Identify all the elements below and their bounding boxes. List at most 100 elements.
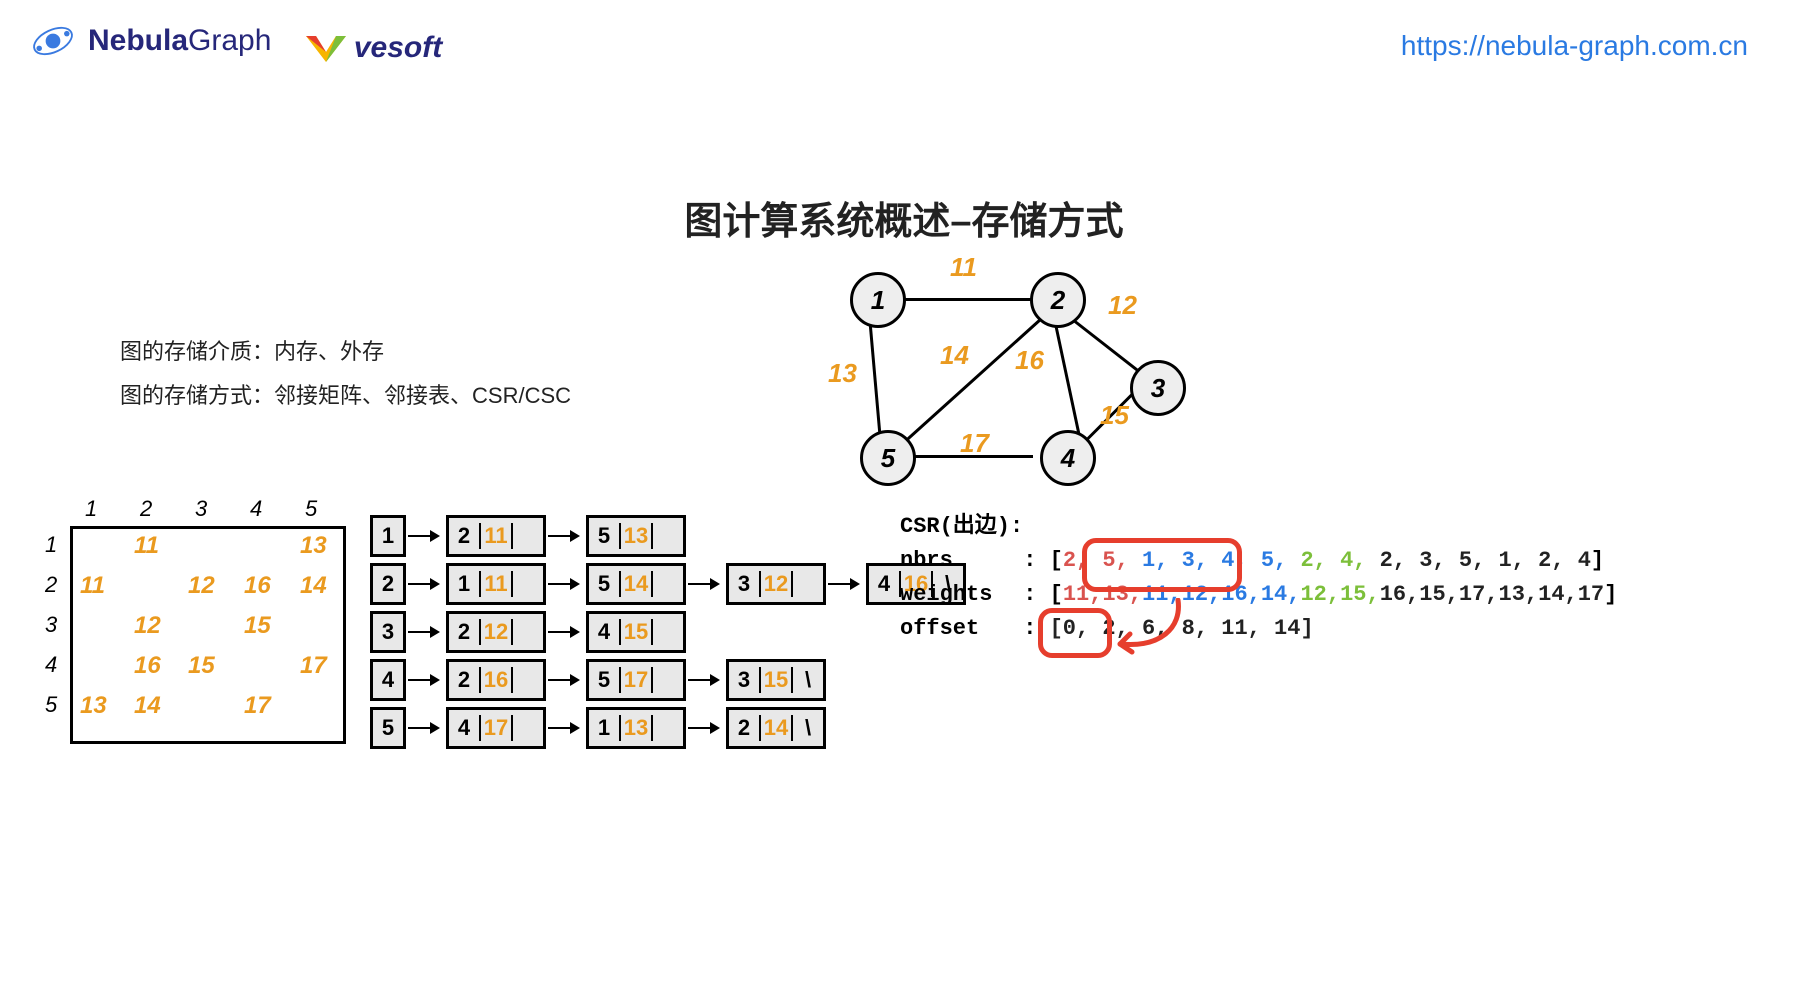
- arrow-icon: [548, 727, 578, 729]
- adj-list-pointer: \: [793, 715, 823, 741]
- adj-list-neighbor: 2: [449, 619, 481, 645]
- adj-list-row: 5417113214\: [370, 708, 966, 748]
- arrow-icon: [688, 727, 718, 729]
- adj-list-row: 3 212 415: [370, 612, 966, 652]
- adj-list-vertex: 3: [370, 611, 406, 653]
- edge-weight: 14: [940, 340, 969, 371]
- arrow-icon: [688, 679, 718, 681]
- adj-list-cell: 315\: [726, 659, 826, 701]
- adj-list-pointer: \: [793, 667, 823, 693]
- adjacency-list: 12115132111514312416\32124154216517315\5…: [370, 516, 966, 756]
- arrow-icon: [828, 583, 858, 585]
- adj-list-cell: 214\: [726, 707, 826, 749]
- matrix-row-header: 2: [45, 572, 57, 598]
- edge-weight: 12: [1108, 290, 1137, 321]
- vesoft-icon: [304, 32, 348, 64]
- edge-weight: 13: [828, 358, 857, 389]
- header: NebulaGraph vesoft https://nebula-graph.…: [30, 18, 1778, 78]
- graph-diagram: 1 2 3 4 5 11 12 13 14 15 16 17: [830, 260, 1230, 490]
- arrow-icon: [548, 535, 578, 537]
- matrix-col-header: 3: [195, 496, 207, 522]
- adj-list-weight: 16: [481, 667, 513, 693]
- adjacency-matrix: 1 2 3 4 5 1 2 3 4 5 11 13 11 12 16 14 12…: [30, 500, 340, 740]
- csr-heading: CSR(出边):: [900, 510, 1617, 544]
- matrix-col-header: 5: [305, 496, 317, 522]
- edge-weight: 11: [950, 252, 977, 283]
- arrow-icon: [548, 583, 578, 585]
- nebula-wordmark: NebulaGraph: [88, 24, 271, 58]
- adj-list-neighbor: 4: [869, 571, 901, 597]
- matrix-cell: 16: [244, 572, 271, 600]
- adj-list-cell: 415: [586, 611, 686, 653]
- adj-list-cell: 212: [446, 611, 546, 653]
- adj-list-cell: 513: [586, 515, 686, 557]
- matrix-cell: 15: [244, 612, 271, 640]
- adj-list-weight: 17: [621, 667, 653, 693]
- graph-node: 4: [1040, 430, 1096, 486]
- matrix-cell: 13: [300, 532, 327, 560]
- edge-weight: 15: [1100, 400, 1129, 431]
- adj-list-cell: 211: [446, 515, 546, 557]
- arrow-icon: [408, 631, 438, 633]
- adj-list-weight: 11: [481, 571, 513, 597]
- adj-list-vertex: 1: [370, 515, 406, 557]
- adj-list-weight: 13: [621, 715, 653, 741]
- vesoft-wordmark: vesoft: [354, 31, 442, 65]
- adj-list-neighbor: 5: [589, 667, 621, 693]
- slide-title: 图计算系统概述–存储方式: [0, 190, 1808, 245]
- nebula-icon: [30, 18, 76, 64]
- adj-list-weight: 12: [481, 619, 513, 645]
- adj-list-weight: 13: [621, 523, 653, 549]
- csr-nbrs-line: nbrs : [2, 5, 1, 3, 4, 5, 2, 4, 2, 3, 5,…: [900, 544, 1617, 578]
- adj-list-vertex: 2: [370, 563, 406, 605]
- edge-weight: 17: [960, 428, 989, 459]
- matrix-cell: 17: [244, 692, 271, 720]
- adj-list-weight: 15: [621, 619, 653, 645]
- matrix-col-header: 2: [140, 496, 152, 522]
- adj-list-neighbor: 3: [729, 571, 761, 597]
- adj-list-cell: 113: [586, 707, 686, 749]
- bullet-list: 图的存储介质：内存、外存 图的存储方式：邻接矩阵、邻接表、CSR/CSC: [120, 330, 571, 418]
- bullet-line: 图的存储介质：内存、外存: [120, 330, 571, 374]
- matrix-cell: 16: [134, 652, 161, 680]
- csr-block: CSR(出边): nbrs : [2, 5, 1, 3, 4, 5, 2, 4,…: [900, 510, 1617, 646]
- matrix-cell: 14: [300, 572, 327, 600]
- adj-list-weight: 11: [481, 523, 513, 549]
- matrix-row-header: 3: [45, 612, 57, 638]
- graph-node: 3: [1130, 360, 1186, 416]
- nebula-logo: NebulaGraph: [30, 18, 271, 64]
- arrow-icon: [408, 679, 438, 681]
- matrix-cell: 11: [80, 572, 105, 600]
- bullet-line: 图的存储方式：邻接矩阵、邻接表、CSR/CSC: [120, 374, 571, 418]
- matrix-cell: 12: [188, 572, 215, 600]
- adj-list-neighbor: 2: [449, 667, 481, 693]
- adj-list-vertex: 4: [370, 659, 406, 701]
- matrix-row-header: 5: [45, 692, 57, 718]
- adj-list-row: 1 211 513: [370, 516, 966, 556]
- adj-list-row: 4 216 517 315\: [370, 660, 966, 700]
- matrix-cell: 11: [134, 532, 159, 560]
- arrow-icon: [548, 631, 578, 633]
- matrix-cell: 15: [188, 652, 215, 680]
- adj-list-neighbor: 5: [589, 571, 621, 597]
- website-url[interactable]: https://nebula-graph.com.cn: [1401, 30, 1748, 62]
- arrow-icon: [408, 583, 438, 585]
- matrix-cell: 17: [300, 652, 327, 680]
- adj-list-neighbor: 2: [449, 523, 481, 549]
- adj-list-cell: 514: [586, 563, 686, 605]
- adj-list-neighbor: 4: [449, 715, 481, 741]
- adj-list-neighbor: 4: [589, 619, 621, 645]
- adj-list-row: 2111514312416\: [370, 564, 966, 604]
- matrix-col-header: 4: [250, 496, 262, 522]
- adj-list-neighbor: 5: [589, 523, 621, 549]
- adj-list-cell: 517: [586, 659, 686, 701]
- csr-weights-line: weights : [11,13,11,12,16,14,12,15,16,15…: [900, 578, 1617, 612]
- adj-list-neighbor: 3: [729, 667, 761, 693]
- adj-list-weight: 15: [761, 667, 793, 693]
- adj-list-cell: 111: [446, 563, 546, 605]
- arrow-icon: [688, 583, 718, 585]
- adj-list-neighbor: 1: [589, 715, 621, 741]
- adj-list-cell: 312: [726, 563, 826, 605]
- adj-list-weight: 17: [481, 715, 513, 741]
- adj-list-weight: 14: [761, 715, 793, 741]
